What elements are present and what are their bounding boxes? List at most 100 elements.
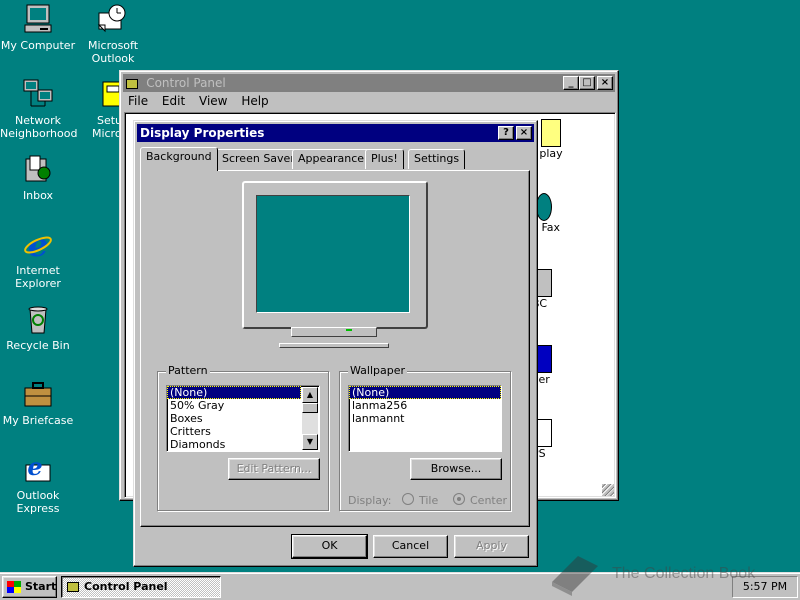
bc-icon bbox=[536, 269, 552, 297]
my-computer-label: My Computer bbox=[0, 39, 76, 52]
display-icon bbox=[541, 119, 561, 147]
display-properties-dialog: Display Properties ? × Background Screen… bbox=[133, 120, 538, 567]
center-radio-icon[interactable] bbox=[453, 493, 465, 505]
watermark-text: The Collection Book bbox=[612, 565, 756, 582]
tab-settings[interactable]: Settings bbox=[408, 149, 466, 169]
close-button[interactable]: × bbox=[597, 76, 613, 90]
partial-item-ps[interactable]: PS bbox=[532, 419, 572, 460]
dialog-title: Display Properties bbox=[140, 126, 265, 140]
trash-icon bbox=[22, 303, 54, 335]
control-panel-menubar: File Edit View Help bbox=[128, 94, 279, 108]
tab-screen-saver[interactable]: Screen Saver bbox=[216, 149, 301, 169]
taskbar-task-label: Control Panel bbox=[84, 580, 168, 593]
control-panel-app-icon bbox=[126, 78, 138, 89]
list-item[interactable]: Critters bbox=[167, 425, 319, 438]
taskbar-control-panel[interactable]: Control Panel bbox=[61, 576, 221, 598]
ok-button[interactable]: OK bbox=[291, 534, 368, 559]
menu-view[interactable]: View bbox=[199, 94, 227, 108]
network-neighborhood-label: Network Neighborhood bbox=[0, 114, 78, 140]
pattern-legend: Pattern bbox=[166, 364, 210, 377]
start-label: Start bbox=[25, 580, 57, 593]
network-neighborhood-icon[interactable]: Network Neighborhood bbox=[0, 78, 78, 140]
dialog-close-button[interactable]: × bbox=[516, 126, 532, 140]
menu-edit[interactable]: Edit bbox=[162, 94, 185, 108]
internet-explorer-label: Internet Explorer bbox=[15, 264, 61, 290]
maximize-button[interactable]: □ bbox=[579, 76, 595, 90]
tab-strip: Background Screen Saver Appearance Plus!… bbox=[140, 147, 530, 171]
partial-item-display[interactable]: play bbox=[536, 119, 566, 160]
outlook-express-label: Outlook Express bbox=[16, 489, 60, 515]
watermark: The Collection Book bbox=[548, 552, 788, 596]
recycle-bin-icon[interactable]: Recycle Bin bbox=[0, 303, 76, 352]
wallpaper-legend: Wallpaper bbox=[348, 364, 408, 377]
help-button[interactable]: ? bbox=[498, 126, 514, 140]
center-radio-label[interactable]: Center bbox=[470, 494, 507, 507]
list-item[interactable]: Diamonds bbox=[167, 438, 319, 451]
scroll-down-icon[interactable]: ▼ bbox=[302, 434, 318, 450]
outlook-clock-icon bbox=[97, 3, 129, 35]
resize-grip-icon[interactable] bbox=[602, 484, 614, 496]
list-item[interactable]: lanmannt bbox=[349, 412, 501, 425]
scroll-thumb[interactable] bbox=[302, 403, 318, 413]
inbox-label: Inbox bbox=[22, 189, 54, 202]
start-button[interactable]: Start bbox=[2, 576, 57, 598]
monitor-screen bbox=[256, 195, 410, 313]
browse-button[interactable]: Browse... bbox=[410, 458, 502, 480]
ie-logo-icon: e bbox=[22, 226, 54, 264]
minimize-button[interactable]: _ bbox=[563, 76, 579, 90]
control-panel-titlebar[interactable]: Control Panel _ □ × bbox=[123, 74, 615, 92]
windows-logo-icon bbox=[7, 581, 21, 593]
cancel-button[interactable]: Cancel bbox=[373, 535, 448, 558]
partial-item-ver[interactable]: ver bbox=[532, 345, 572, 386]
monitor-led-icon bbox=[346, 329, 352, 331]
my-briefcase-icon[interactable]: My Briefcase bbox=[0, 378, 76, 427]
wallpaper-group: Wallpaper (None) lanma256 lanmannt Brows… bbox=[339, 364, 511, 511]
tab-background[interactable]: Background bbox=[140, 147, 218, 171]
tile-radio-label[interactable]: Tile bbox=[419, 494, 438, 507]
list-item[interactable]: lanma256 bbox=[349, 399, 501, 412]
background-tab-panel: Pattern (None) 50% Gray Boxes Critters D… bbox=[140, 170, 530, 527]
my-computer-icon[interactable]: My Computer bbox=[0, 3, 76, 52]
scroll-up-icon[interactable]: ▲ bbox=[302, 387, 318, 403]
internet-explorer-icon[interactable]: e Internet Explorer bbox=[0, 226, 76, 290]
display-properties-titlebar[interactable]: Display Properties ? × bbox=[137, 124, 534, 142]
tab-appearance[interactable]: Appearance bbox=[292, 149, 371, 169]
ps-icon bbox=[536, 419, 552, 447]
list-item[interactable]: (None) bbox=[167, 386, 301, 399]
briefcase-icon bbox=[22, 378, 54, 410]
network-icon bbox=[22, 78, 54, 110]
microsoft-outlook-label: Microsoft Outlook bbox=[87, 39, 139, 65]
computer-icon bbox=[22, 3, 54, 35]
partial-item-bc[interactable]: BC bbox=[532, 269, 572, 310]
fax-icon bbox=[536, 193, 552, 221]
wallpaper-listbox[interactable]: (None) lanma256 lanmannt bbox=[348, 385, 502, 452]
recycle-bin-label: Recycle Bin bbox=[6, 339, 70, 352]
oe-logo-icon: e bbox=[22, 452, 54, 485]
monitor-stand bbox=[291, 327, 377, 337]
inbox-tray-icon bbox=[22, 153, 54, 185]
menu-file[interactable]: File bbox=[128, 94, 148, 108]
pattern-group: Pattern (None) 50% Gray Boxes Critters D… bbox=[157, 364, 329, 511]
tab-plus[interactable]: Plus! bbox=[365, 149, 404, 169]
control-panel-title: Control Panel bbox=[146, 76, 226, 90]
display-mode-label: Display: bbox=[348, 494, 392, 507]
monitor-preview bbox=[242, 181, 428, 329]
edit-pattern-button[interactable]: Edit Pattern... bbox=[228, 458, 320, 480]
control-panel-taskbar-icon bbox=[67, 582, 79, 592]
pattern-listbox[interactable]: (None) 50% Gray Boxes Critters Diamonds … bbox=[166, 385, 320, 452]
pattern-scrollbar[interactable]: ▲ ▼ bbox=[302, 387, 318, 450]
microsoft-outlook-icon[interactable]: Microsoft Outlook bbox=[75, 3, 151, 65]
book-logo-icon bbox=[552, 556, 598, 596]
list-item[interactable]: (None) bbox=[349, 386, 501, 399]
outlook-express-icon[interactable]: e Outlook Express bbox=[0, 452, 76, 515]
my-briefcase-label: My Briefcase bbox=[2, 414, 74, 427]
list-item[interactable]: 50% Gray bbox=[167, 399, 319, 412]
tile-radio-icon[interactable] bbox=[402, 493, 414, 505]
svg-text:e: e bbox=[27, 453, 42, 481]
apply-button[interactable]: Apply bbox=[454, 535, 529, 558]
ver-icon bbox=[536, 345, 552, 373]
list-item[interactable]: Boxes bbox=[167, 412, 319, 425]
inbox-icon[interactable]: Inbox bbox=[0, 153, 76, 202]
menu-help[interactable]: Help bbox=[241, 94, 268, 108]
monitor-base bbox=[279, 343, 389, 348]
